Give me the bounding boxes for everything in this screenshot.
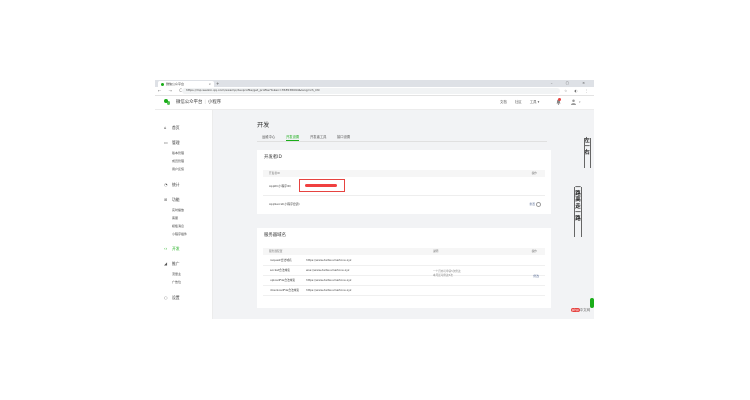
tab-api-settings[interactable]: 接口设置: [337, 134, 350, 140]
brand-title[interactable]: 微信公众平台 | 小程序: [176, 96, 221, 109]
col-action: 操作: [531, 249, 537, 253]
sidebar-item-label: 设置: [172, 295, 180, 300]
promote-icon: ◢: [164, 261, 168, 266]
domain-name: uploadFile合法域名: [270, 278, 296, 282]
help-icon[interactable]: [536, 201, 541, 207]
product-name: 小程序: [207, 100, 222, 105]
domain-note: 一个月内可申请5次修改 本月还可修改5次: [433, 270, 461, 278]
settings-icon: ○: [164, 295, 168, 300]
domain-name: socket合法域名: [270, 268, 291, 272]
margin-stripe-b: [590, 138, 591, 168]
domain-value: https://www.daitai-smartone.xyz: [306, 278, 352, 282]
appid-redaction-box: [299, 179, 345, 192]
page-title: 开发: [257, 122, 270, 129]
sidebar-sub-adslot[interactable]: 广告位: [172, 280, 181, 284]
sidebar-item-promote[interactable]: ◢ 推广: [164, 261, 180, 267]
page-tabs: 运维中心 开发设置 开发者工具 接口设置: [257, 134, 547, 142]
margin-stripe-c: [574, 187, 575, 237]
dev-icon: ‹›: [164, 246, 168, 251]
url-field[interactable]: https://mp.weixin.qq.com/wxamp/devprofil…: [182, 88, 560, 94]
dev-id-title: 开发者ID: [264, 155, 282, 160]
avatar-icon[interactable]: [571, 99, 576, 105]
sidebar-item-stats[interactable]: ◔ 统计: [164, 182, 180, 188]
nav-tools[interactable]: 工具 ▾: [530, 100, 540, 104]
notification-badge: [558, 98, 561, 101]
sidebar-sub-service[interactable]: 客服: [172, 216, 178, 220]
top-nav: 文档 社区 工具 ▾: [500, 96, 546, 109]
tab-ops[interactable]: 运维中心: [262, 134, 275, 140]
manage-icon: ▭: [164, 140, 168, 145]
server-domain-table-header: 服务器配置 说明 操作: [263, 248, 545, 255]
wechat-logo-icon: [164, 99, 170, 105]
sidebar-sub-members[interactable]: 成员管理: [172, 159, 184, 163]
wechat-favicon-icon: [161, 82, 164, 86]
domain-value: https://www.daitai-smartone.xyz: [306, 258, 352, 262]
sidebar-item-dev[interactable]: ‹› 开发: [164, 246, 180, 252]
sidebar-item-label: 开发: [172, 246, 180, 251]
nav-docs[interactable]: 文档: [500, 100, 507, 104]
mp-header: 微信公众平台 | 小程序 文档 社区 工具 ▾ ▾: [155, 96, 594, 110]
php-watermark: php中文网: [571, 308, 590, 313]
dev-id-table-header: 开发者ID 操作: [263, 170, 545, 177]
brand-name: 微信公众平台: [176, 100, 203, 105]
tab-dev-settings[interactable]: 开发设置: [286, 134, 300, 141]
appid-label: AppID(小程序ID): [269, 184, 291, 188]
domain-note-line2: 本月还可修改5次: [433, 274, 453, 277]
tab-dev-tools[interactable]: 开发者工具: [310, 134, 326, 140]
float-feedback-button[interactable]: [590, 298, 594, 308]
sidebar-sub-versions[interactable]: 版本管理: [172, 151, 184, 155]
domain-row-download: downloadFile合法域名 https://www.daitai-smar…: [263, 285, 545, 296]
address-bar-icons[interactable]: ☆ ◐ ⋮: [564, 87, 591, 95]
domain-value: wss://www.daitai-smartone.xyz: [306, 268, 350, 272]
margin-stripe-d: [581, 187, 582, 237]
browser-screen: 微信公众平台 × + – ▢ × ← → C https://mp.weixin…: [155, 80, 594, 319]
watermark-site: 中文网: [579, 308, 591, 312]
sidebar-sub-traffic[interactable]: 流量主: [172, 272, 181, 276]
browser-tabstrip: 微信公众平台 × + – ▢ ×: [155, 80, 594, 87]
sidebar-item-settings[interactable]: ○ 设置: [164, 295, 180, 301]
reset-secret-link[interactable]: 重置: [529, 202, 535, 206]
sidebar-sub-live[interactable]: 实时播放: [172, 208, 184, 212]
nav-community[interactable]: 社区: [515, 100, 522, 104]
server-domain-card: 服务器域名 服务器配置 说明 操作 request合法域名 https://ww…: [257, 228, 551, 308]
margin-stripe-a: [584, 138, 585, 168]
sidebar-item-label: 功能: [172, 197, 180, 202]
sidebar-sub-feedback[interactable]: 用户反馈: [172, 167, 184, 171]
appsecret-row: AppSecret(小程序密钥) 重置: [263, 195, 545, 213]
sidebar: ⌂ 首页 ▭ 管理 版本管理 成员管理 用户反馈 ◔ 统计 ⊞ 功能 实时播放 客服 模…: [155, 110, 213, 319]
modify-domain-link[interactable]: 修改: [533, 274, 539, 278]
col-description: 说明: [433, 249, 439, 253]
sidebar-item-manage[interactable]: ▭ 管理: [164, 140, 180, 146]
sidebar-item-label: 统计: [172, 182, 180, 187]
function-icon: ⊞: [164, 197, 168, 202]
dev-id-header-right: 操作: [531, 171, 537, 175]
window-controls[interactable]: – ▢ ×: [551, 80, 591, 87]
sidebar-item-home[interactable]: ⌂ 首页: [164, 125, 180, 131]
server-domain-title: 服务器域名: [264, 233, 286, 238]
sidebar-sub-plugin[interactable]: 小程序插件: [172, 232, 187, 236]
domain-value: https://www.daitai-smartone.xyz: [306, 288, 352, 292]
domain-name: downloadFile合法域名: [270, 288, 300, 292]
new-tab-button[interactable]: +: [216, 80, 219, 87]
avatar-caret-icon[interactable]: ▾: [579, 96, 581, 109]
sidebar-item-label: 推广: [172, 261, 180, 266]
sidebar-item-function[interactable]: ⊞ 功能: [164, 197, 180, 203]
dev-id-card: 开发者ID 开发者ID 操作 AppID(小程序ID) AppSecret(小程…: [257, 150, 551, 214]
appid-row: AppID(小程序ID): [263, 177, 545, 196]
stats-icon: ◔: [164, 182, 168, 187]
sidebar-sub-template[interactable]: 模板消息: [172, 224, 184, 228]
dev-id-header-left: 开发者ID: [269, 171, 280, 175]
col-config: 服务器配置: [269, 249, 283, 253]
appsecret-label: AppSecret(小程序密钥): [269, 202, 300, 206]
address-bar: ← → C https://mp.weixin.qq.com/wxamp/dev…: [155, 87, 594, 96]
home-icon: ⌂: [164, 125, 167, 130]
domain-name: request合法域名: [270, 258, 292, 262]
nav-buttons[interactable]: ← → C: [158, 87, 185, 95]
watermark-brand: php: [571, 308, 580, 312]
sidebar-item-label: 管理: [172, 140, 180, 145]
sidebar-item-label: 首页: [172, 125, 180, 130]
appid-redaction: [305, 183, 337, 187]
